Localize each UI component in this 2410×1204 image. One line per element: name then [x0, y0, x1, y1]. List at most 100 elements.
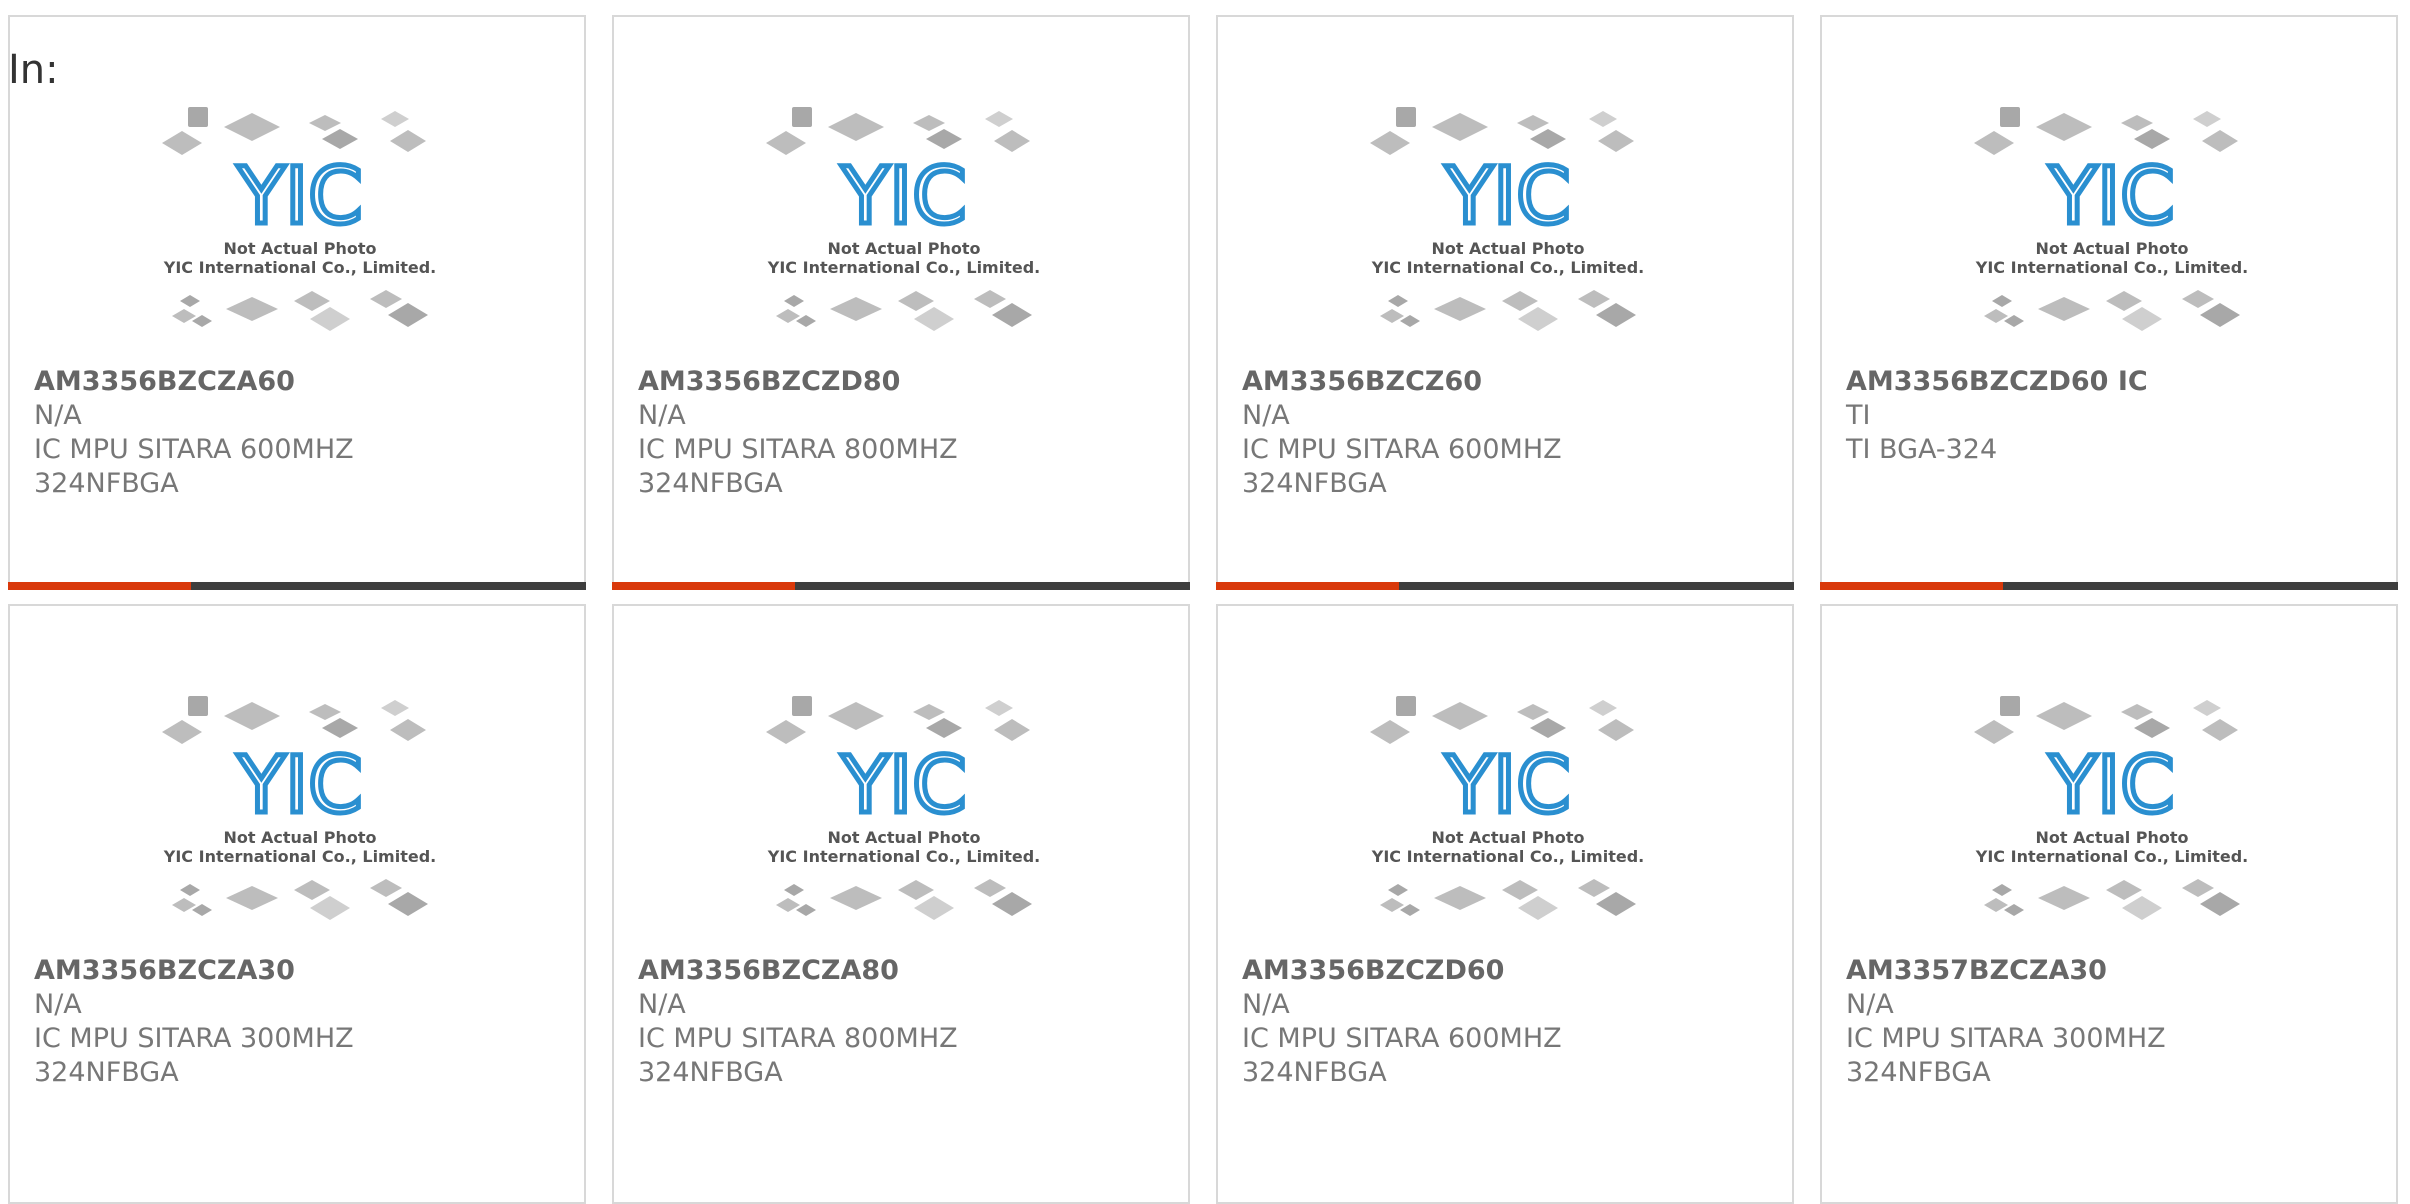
product-package: 324NFBGA — [34, 468, 179, 499]
chip-icon — [180, 295, 200, 307]
product-name[interactable]: AM3356BZCZD60 — [1242, 954, 1782, 988]
chip-icon — [188, 696, 208, 716]
chip-icon — [2121, 115, 2153, 131]
caption-text: YIC International Co., Limited. — [163, 258, 436, 277]
chip-icon — [1974, 720, 2014, 744]
chip-icon — [1388, 884, 1408, 896]
card-bottom-bar — [1216, 582, 1794, 590]
chip-icon — [766, 131, 806, 155]
card-accent-bar — [1216, 582, 1399, 590]
product-card[interactable]: YIC Not Actual Photo YIC International Co.… — [612, 604, 1190, 1204]
chip-icon — [1370, 720, 1410, 744]
product-name[interactable]: AM3356BZCZ60 — [1242, 365, 1782, 399]
yic-logo: YIC — [236, 741, 362, 831]
product-card[interactable]: YIC Not Actual Photo YIC International Co.… — [612, 15, 1190, 590]
product-name[interactable]: AM3356BZCZD60 IC — [1846, 365, 2386, 399]
chip-icon — [830, 297, 882, 321]
chip-icon — [1530, 129, 1566, 149]
chip-icon — [1396, 107, 1416, 127]
chip-icon — [828, 113, 884, 141]
chip-icon — [2036, 702, 2092, 730]
chip-icon — [1434, 886, 1486, 910]
chip-icon — [1434, 297, 1486, 321]
card-bottom-bar — [8, 582, 586, 590]
product-manufacturer: TI — [1846, 400, 1871, 431]
chip-icon — [1598, 130, 1634, 152]
product-name[interactable]: AM3357BZCZA30 — [1846, 954, 2386, 988]
chip-icon — [1400, 315, 1420, 327]
chip-icon — [310, 307, 350, 331]
product-card[interactable]: YIC Not Actual Photo YIC International Co.… — [8, 604, 586, 1204]
chip-icon — [370, 879, 402, 897]
chip-icon — [828, 702, 884, 730]
product-placeholder-image: YICNot Actual PhotoYIC International Co.… — [766, 696, 1040, 920]
chip-icon — [766, 720, 806, 744]
product-placeholder-image: YICNot Actual PhotoYIC International Co.… — [162, 107, 436, 331]
chip-icon — [310, 896, 350, 920]
caption-text: YIC International Co., Limited. — [1371, 847, 1644, 866]
product-card[interactable]: YIC Not Actual Photo YIC International Co.… — [8, 15, 586, 590]
chip-icon — [2122, 896, 2162, 920]
chip-icon — [1578, 290, 1610, 308]
chip-icon — [913, 115, 945, 131]
product-description: IC MPU SITARA 800MHZ — [638, 1023, 958, 1054]
chip-icon — [309, 115, 341, 131]
chip-icon — [2193, 700, 2221, 716]
product-placeholder-image: YICNot Actual PhotoYIC International Co.… — [1370, 696, 1644, 920]
yic-logo: YIC — [1444, 741, 1570, 831]
chip-icon — [992, 892, 1032, 916]
yic-logo: YIC — [2048, 741, 2174, 831]
caption-text: YIC International Co., Limited. — [767, 847, 1040, 866]
product-manufacturer: N/A — [638, 989, 686, 1020]
caption-text: Not Actual Photo — [1431, 239, 1584, 258]
yic-logo: YIC — [1444, 152, 1570, 242]
product-package: 324NFBGA — [1242, 468, 1387, 499]
chip-icon — [1596, 303, 1636, 327]
product-placeholder-image: YICNot Actual PhotoYIC International Co.… — [1370, 107, 1644, 331]
chip-icon — [370, 290, 402, 308]
chip-icon — [898, 291, 934, 311]
product-description: TI BGA-324 — [1846, 434, 1998, 465]
card-accent-bar — [1820, 582, 2003, 590]
product-package: 324NFBGA — [638, 1057, 783, 1088]
chip-icon — [830, 886, 882, 910]
chip-icon — [1992, 295, 2012, 307]
chip-icon — [784, 295, 804, 307]
yic-logo: YIC — [840, 741, 966, 831]
product-name[interactable]: AM3356BZCZA30 — [34, 954, 574, 988]
chip-icon — [2193, 111, 2221, 127]
chip-icon — [294, 880, 330, 900]
product-name[interactable]: AM3356BZCZA60 — [34, 365, 574, 399]
chip-icon — [2004, 315, 2024, 327]
chip-icon — [1530, 718, 1566, 738]
chip-icon — [913, 704, 945, 720]
product-placeholder-image: YICNot Actual PhotoYIC International Co.… — [766, 107, 1040, 331]
chip-icon — [322, 718, 358, 738]
product-name[interactable]: AM3356BZCZA80 — [638, 954, 1178, 988]
caption-text: YIC International Co., Limited. — [1975, 847, 2248, 866]
chip-icon — [985, 111, 1013, 127]
product-card[interactable]: YIC Not Actual Photo YIC International Co.… — [1820, 604, 2398, 1204]
chip-icon — [2200, 892, 2240, 916]
card-bottom-bar — [612, 582, 1190, 590]
yic-logo: YIC — [236, 152, 362, 242]
product-card[interactable]: YIC Not Actual Photo YIC International Co.… — [1216, 604, 1794, 1204]
product-card[interactable]: YIC Not Actual Photo YIC International Co.… — [1216, 15, 1794, 590]
chip-icon — [2182, 290, 2214, 308]
chip-icon — [1518, 896, 1558, 920]
product-name[interactable]: AM3356BZCZD80 — [638, 365, 1178, 399]
chip-icon — [224, 113, 280, 141]
product-manufacturer: N/A — [1242, 989, 1290, 1020]
product-description: IC MPU SITARA 300MHZ — [34, 1023, 354, 1054]
chip-icon — [2000, 107, 2020, 127]
chip-icon — [914, 896, 954, 920]
chip-icon — [2038, 297, 2090, 321]
chip-icon — [309, 704, 341, 720]
yic-logo: YIC — [2048, 152, 2174, 242]
product-card[interactable]: YIC Not Actual Photo YIC International Co.… — [1820, 15, 2398, 590]
chip-icon — [1992, 884, 2012, 896]
chip-icon — [1589, 700, 1617, 716]
chip-icon — [796, 315, 816, 327]
chip-icon — [792, 696, 812, 716]
chip-icon — [914, 307, 954, 331]
